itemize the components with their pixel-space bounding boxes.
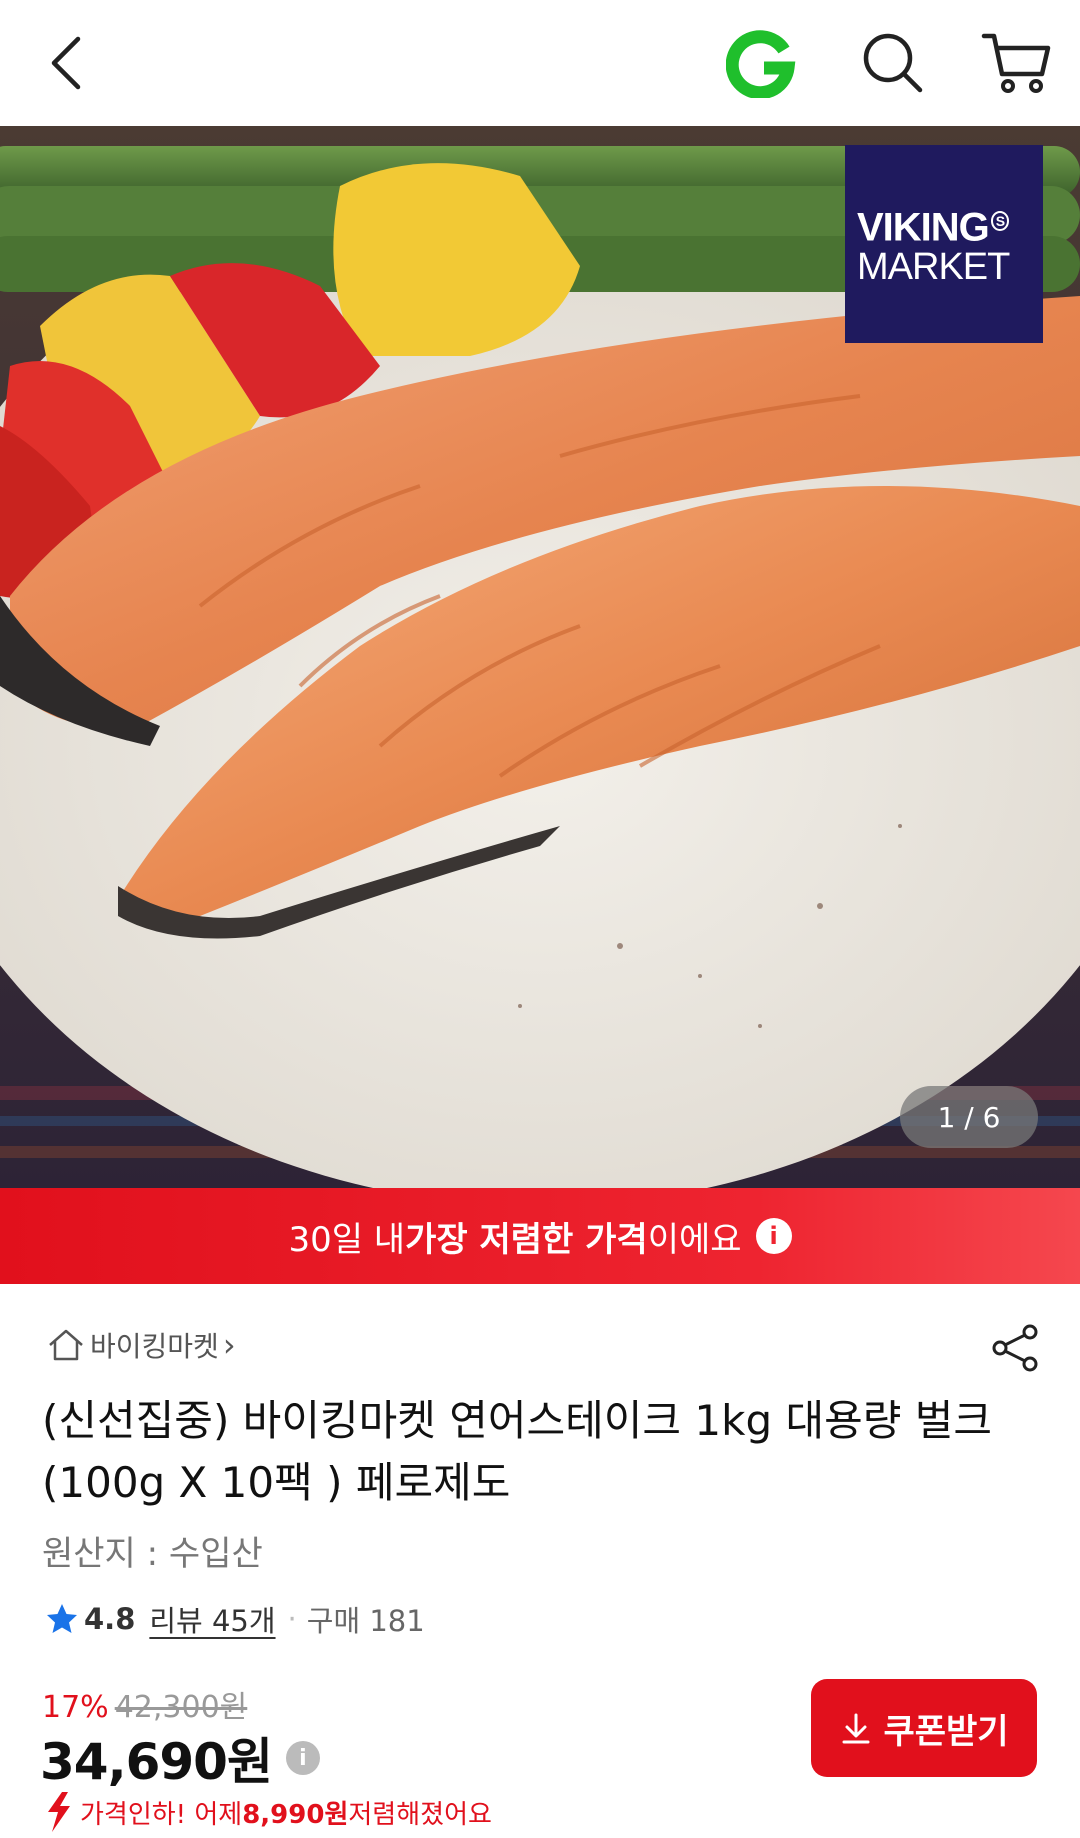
back-button[interactable] [38, 30, 94, 96]
price-info-icon[interactable]: i [285, 1741, 320, 1775]
product-origin: 원산지 : 수입산 [42, 1534, 263, 1574]
cart-icon[interactable] [980, 26, 1054, 100]
price-drop-notice: 가격인하! 어제 8,990원 저렴해졌어요 [40, 1790, 492, 1834]
product-image-carousel[interactable]: VIKING S MARKET 1 / 6 [0, 126, 1080, 1188]
discount-rate: 17% [42, 1690, 109, 1725]
logo-text-market: MARKET [857, 246, 1010, 289]
separator-dot: · [287, 1602, 297, 1636]
drop-amount: 8,990원 [242, 1799, 349, 1830]
original-price: 42,300원 [114, 1690, 248, 1725]
top-app-bar [0, 0, 1080, 126]
price-row: 34,690원 i [40, 1722, 320, 1794]
chevron-left-icon [51, 36, 81, 90]
discount-row: 17% 42,300원 [42, 1682, 247, 1726]
drop-text-post: 저렴해졌어요 [348, 1799, 492, 1830]
info-icon[interactable]: i [755, 1218, 792, 1254]
chevron-right-icon: › [222, 1326, 236, 1364]
drop-text-pre: 가격인하! 어제 [80, 1799, 243, 1830]
sale-price: 34,690원 [40, 1733, 273, 1791]
coupon-label: 쿠폰받기 [883, 1712, 1009, 1751]
image-pager-indicator: 1 / 6 [900, 1086, 1038, 1148]
gmarket-g-logo[interactable] [726, 28, 796, 98]
banner-text-post: 이에요 [647, 1219, 742, 1260]
banner-text-pre: 30일 내 [288, 1219, 406, 1260]
store-name: 바이킹마켓 [90, 1330, 219, 1363]
coupon-download-button[interactable]: 쿠폰받기 [811, 1679, 1037, 1777]
share-icon[interactable] [990, 1322, 1042, 1374]
viking-market-logo: VIKING S MARKET [845, 145, 1043, 343]
reviews-link[interactable]: 리뷰 45개 [149, 1598, 275, 1640]
home-icon [49, 1329, 83, 1361]
banner-text-bold: 가장 저렴한 가격 [405, 1219, 648, 1260]
rating-score: 4.8 [84, 1602, 136, 1636]
store-link[interactable]: 바이킹마켓 › [46, 1325, 236, 1365]
price-drop-arrow-icon [48, 1792, 70, 1832]
purchase-count: 구매 181 [306, 1604, 425, 1638]
logo-text-sup: S [990, 210, 1010, 231]
product-title: (신선집중) 바이킹마켓 연어스테이크 1kg 대용량 벌크 (100g X 1… [42, 1396, 993, 1507]
star-icon [47, 1604, 77, 1633]
search-icon[interactable] [858, 28, 928, 98]
download-icon [842, 1713, 870, 1744]
logo-text-viking: VIKING [857, 205, 990, 250]
lowest-price-banner[interactable]: 30일 내 가장 저렴한 가격 이에요 i [0, 1188, 1080, 1284]
rating-row: 4.8 리뷰 45개 · 구매 181 [44, 1598, 425, 1640]
